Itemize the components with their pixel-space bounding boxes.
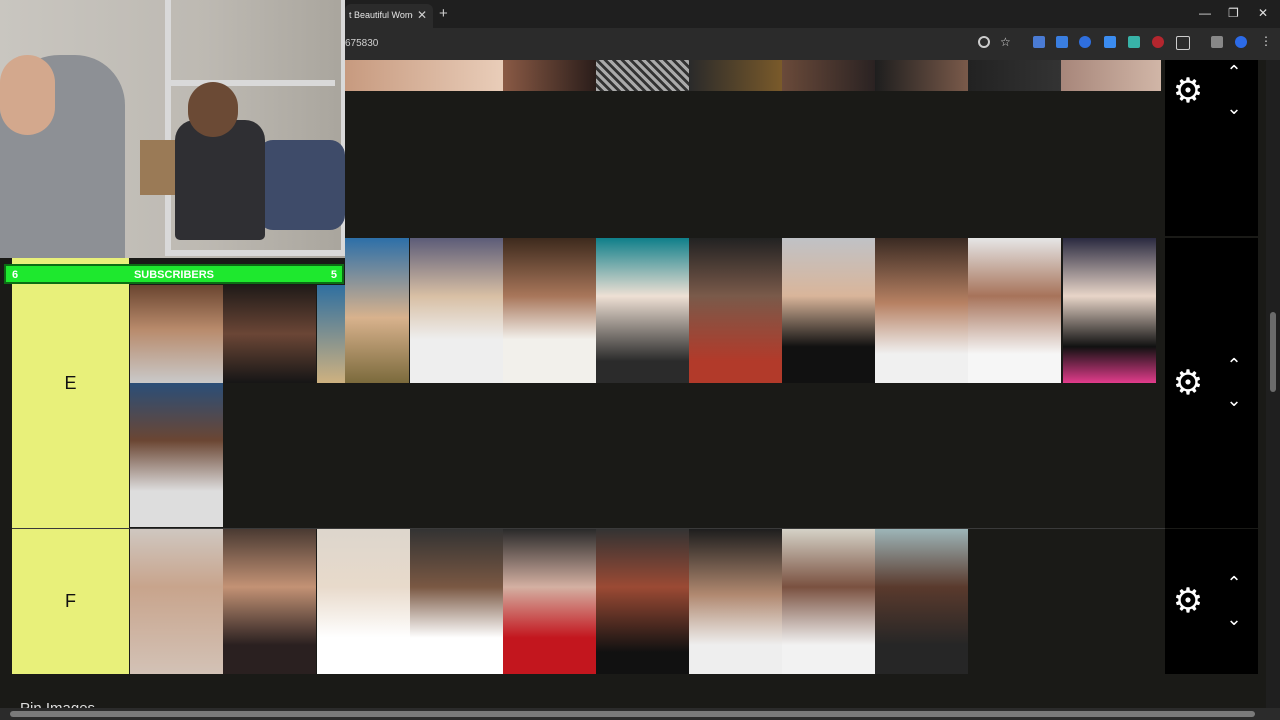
bag (258, 140, 345, 230)
subscriber-goal: 5 (330, 269, 337, 281)
settings-gear-icon[interactable]: ⚙ (1170, 73, 1206, 109)
profile-avatar[interactable] (1235, 36, 1247, 48)
move-down-chevron-icon[interactable]: ⌄ (1222, 98, 1246, 118)
tier-image[interactable] (875, 529, 968, 674)
new-tab-button[interactable]: + (439, 5, 448, 22)
tier-image[interactable] (503, 529, 596, 674)
minimize-button[interactable]: — (1199, 6, 1211, 20)
tier-image[interactable] (875, 238, 968, 383)
tier-image[interactable] (503, 60, 596, 91)
tier-image[interactable] (968, 238, 1061, 383)
streamer-head (0, 55, 55, 135)
tier-image[interactable] (596, 529, 689, 674)
subscriber-goal-bar: 6 SUBSCRIBERS 5 (4, 264, 344, 284)
extension-icon[interactable] (1128, 36, 1140, 48)
bunk-rail (165, 80, 335, 86)
scrollbar-thumb[interactable] (1270, 312, 1276, 392)
tier-image[interactable] (130, 529, 223, 674)
url-field[interactable]: 675830 (345, 38, 378, 49)
tier-image[interactable] (410, 238, 503, 383)
tier-image[interactable] (317, 529, 410, 674)
tier-image[interactable] (130, 383, 223, 527)
tier-image[interactable] (782, 60, 875, 91)
tier-image[interactable] (689, 60, 782, 91)
extension-icon[interactable] (1033, 36, 1045, 48)
zoom-icon[interactable] (978, 36, 990, 48)
webcam-overlay (0, 0, 345, 258)
tier-image[interactable] (223, 529, 316, 674)
settings-gear-icon[interactable]: ⚙ (1170, 365, 1206, 401)
tier-image[interactable] (1063, 238, 1156, 383)
tier-image[interactable] (130, 285, 223, 383)
move-up-chevron-icon[interactable]: ⌃ (1222, 355, 1246, 375)
tier-image[interactable] (345, 60, 503, 91)
extension-icon[interactable] (1152, 36, 1164, 48)
restore-button[interactable]: ❐ (1228, 6, 1239, 20)
puzzle-icon[interactable] (1176, 36, 1190, 50)
tier-image[interactable] (968, 60, 1061, 91)
move-down-chevron-icon[interactable]: ⌄ (1222, 390, 1246, 410)
extension-icon[interactable] (1056, 36, 1068, 48)
seated-person (175, 120, 265, 240)
tier-image[interactable] (689, 529, 782, 674)
extension-icon[interactable] (1104, 36, 1116, 48)
tier-image[interactable] (503, 238, 596, 383)
cardboard-box (140, 140, 175, 195)
tab-title: t Beautiful Wome (349, 10, 413, 20)
move-up-chevron-icon[interactable]: ⌃ (1222, 62, 1246, 82)
move-down-chevron-icon[interactable]: ⌄ (1222, 609, 1246, 629)
tier-image[interactable] (782, 529, 875, 674)
more-menu-icon[interactable]: ⋮ (1260, 34, 1272, 48)
extension-icon[interactable] (1079, 36, 1091, 48)
tier-image[interactable] (689, 238, 782, 383)
tier-image[interactable] (223, 285, 316, 383)
tier-image[interactable] (782, 238, 875, 383)
tier-image[interactable] (596, 60, 689, 91)
tier-image[interactable] (345, 238, 409, 383)
browser-tab[interactable]: t Beautiful Wome ✕ (345, 4, 433, 28)
tier-image[interactable] (875, 60, 968, 91)
settings-gear-icon[interactable]: ⚙ (1170, 583, 1206, 619)
tier-image[interactable] (596, 238, 689, 383)
window-close-button[interactable]: ✕ (1258, 6, 1268, 20)
tier-image[interactable] (410, 529, 503, 674)
subscriber-label: SUBSCRIBERS (133, 269, 215, 281)
media-icon[interactable] (1211, 36, 1223, 48)
bookmark-star-icon[interactable]: ☆ (1000, 35, 1012, 49)
seated-person-head (188, 82, 238, 137)
move-up-chevron-icon[interactable]: ⌃ (1222, 573, 1246, 593)
close-tab-icon[interactable]: ✕ (417, 8, 427, 22)
tier-label-f[interactable]: F (12, 529, 129, 674)
horizontal-scrollbar-thumb[interactable] (10, 711, 1255, 717)
tier-image[interactable] (1061, 60, 1161, 91)
tier-image[interactable] (317, 285, 345, 383)
